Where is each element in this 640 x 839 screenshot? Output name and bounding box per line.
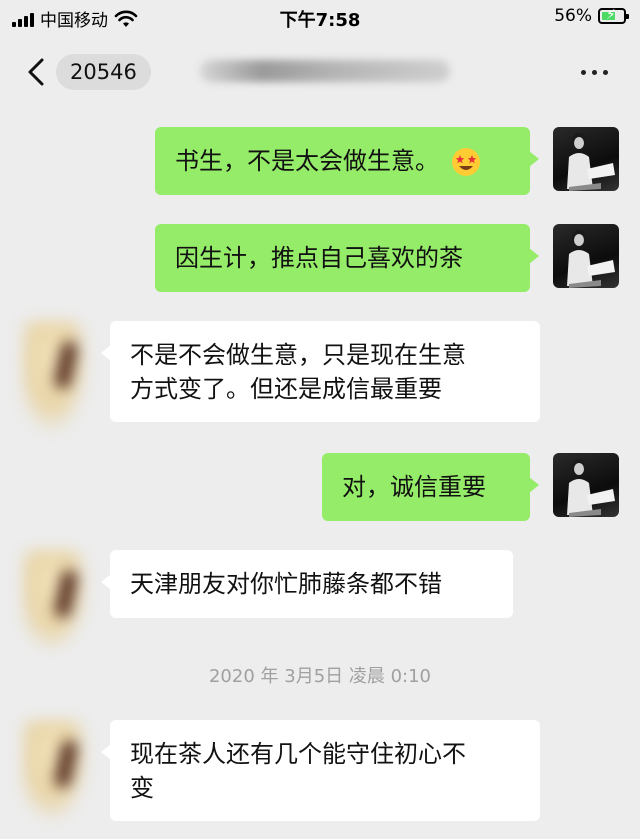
- message-bubble-sent[interactable]: 书生，不是太会做生意。: [155, 127, 539, 195]
- star-struck-emoji: [451, 148, 480, 176]
- message-text-line: 方式变了。但还是成信最重要: [130, 375, 442, 403]
- message-text: 书生，不是太会做生意。: [175, 147, 439, 175]
- message-text: 天津朋友对你忙肺藤条都不错: [130, 570, 442, 598]
- redacted-contact-name: [200, 60, 450, 82]
- my-avatar[interactable]: [553, 127, 619, 191]
- contact-avatar[interactable]: [22, 720, 88, 820]
- more-options-button[interactable]: [581, 70, 608, 75]
- chat-header: 20546: [0, 44, 640, 100]
- contact-avatar[interactable]: [22, 550, 88, 650]
- message-text-line: 现在茶人还有几个能守住初心不: [130, 740, 466, 768]
- message-text: 因生计，推点自己喜欢的茶: [175, 244, 463, 272]
- status-right: 56% ⚡: [554, 6, 629, 26]
- chat-timestamp: 2020 年 3月5日 凌晨 0:10: [208, 666, 432, 687]
- message-text-line: 不是不会做生意，只是现在生意: [130, 341, 466, 369]
- chat-title: 20546: [70, 60, 137, 84]
- message-bubble-sent[interactable]: 对，诚信重要: [322, 453, 539, 521]
- status-bar: 中国移动 下午7:58 56% ⚡: [0, 0, 640, 36]
- message-text-line: 变: [130, 774, 154, 802]
- more-dots-icon: [581, 70, 608, 75]
- battery-percent: 56%: [554, 6, 592, 26]
- person-portrait-icon: [567, 133, 615, 191]
- battery-charging-icon: ⚡: [598, 7, 629, 24]
- my-avatar[interactable]: [553, 453, 619, 517]
- message-text: 对，诚信重要: [342, 473, 486, 501]
- person-portrait-icon: [567, 459, 615, 517]
- status-time: 下午7:58: [279, 10, 361, 31]
- back-button[interactable]: [22, 54, 52, 90]
- message-bubble-received[interactable]: 现在茶人还有几个能守住初心不 变: [101, 720, 540, 821]
- message-bubble-received[interactable]: 不是不会做生意，只是现在生意 方式变了。但还是成信最重要: [101, 321, 540, 422]
- message-bubble-received[interactable]: 天津朋友对你忙肺藤条都不错: [101, 550, 513, 618]
- chevron-left-icon: [28, 58, 44, 86]
- chat-title-badge[interactable]: 20546: [56, 54, 151, 90]
- message-bubble-sent[interactable]: 因生计，推点自己喜欢的茶: [155, 224, 539, 292]
- person-portrait-icon: [567, 230, 615, 288]
- contact-avatar[interactable]: [22, 321, 88, 431]
- my-avatar[interactable]: [553, 224, 619, 288]
